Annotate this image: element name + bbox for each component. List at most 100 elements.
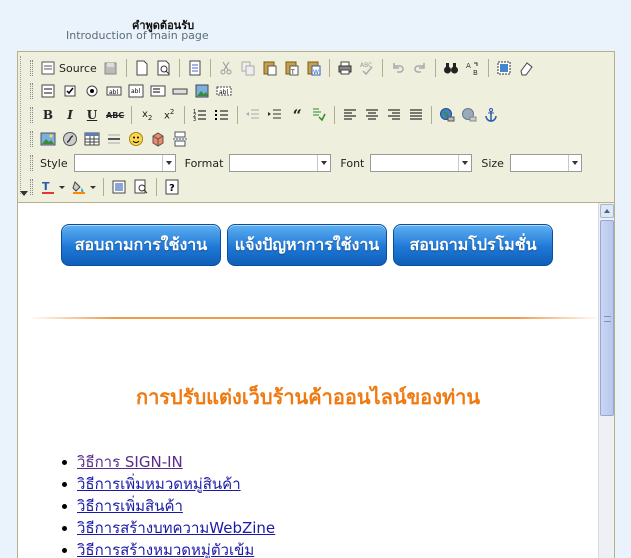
svg-text:T: T [42,180,50,193]
find-button[interactable] [441,58,461,78]
remove-format-button[interactable] [516,58,536,78]
table-button[interactable] [82,129,102,149]
chevron-down-icon[interactable] [317,155,330,171]
style-select[interactable] [73,154,176,172]
checkbox-button[interactable] [60,81,80,101]
smiley-button[interactable] [126,129,146,149]
background-color-button[interactable] [69,177,98,197]
blockquote-button[interactable]: “ [287,105,307,125]
justify-button[interactable] [406,105,426,125]
textfield-button[interactable]: abl [104,81,124,101]
print-button[interactable] [335,58,355,78]
select-all-button[interactable] [494,58,514,78]
horizontal-rule-icon [108,134,120,144]
align-right-button[interactable] [384,105,404,125]
special-char-button[interactable] [148,129,168,149]
toolbar-separator [434,59,436,77]
flash-icon [63,132,77,146]
form-button[interactable] [38,81,58,101]
save-icon [104,62,117,75]
radio-button[interactable] [82,81,102,101]
chevron-down-icon[interactable] [458,155,471,171]
redo-button[interactable] [410,58,430,78]
toolbar-row-3: B I U ABC x2 x2 123 “ [30,104,501,126]
spellcheck-button[interactable]: ABC [357,58,377,78]
bulleted-list-icon [215,110,229,120]
strikethrough-icon: ABC [106,110,125,120]
blockquote-icon: “ [292,105,302,125]
chevron-down-icon[interactable] [161,155,175,171]
paste-word-button[interactable]: W [304,58,324,78]
bullet-icon [62,459,67,465]
toolbar-separator [184,106,186,124]
superscript-button[interactable]: x2 [159,105,179,125]
align-center-button[interactable] [362,105,382,125]
chevron-down-icon[interactable] [567,155,581,171]
textarea-button[interactable]: abl [126,81,146,101]
size-select[interactable] [509,154,582,172]
toolbar-collapse-handle[interactable] [20,56,25,194]
image-button[interactable] [38,129,58,149]
creatediv-button[interactable] [309,105,329,125]
strikethrough-button[interactable]: ABC [104,105,126,125]
flash-button[interactable] [60,129,80,149]
source-button[interactable]: Source [38,58,99,78]
vertical-scrollbar[interactable] [598,203,614,558]
undo-button[interactable] [388,58,408,78]
create-bold-category-howto-link[interactable]: วิธีการสร้างหมวดหมู่ตัวเข้ม [77,538,254,558]
templates-button[interactable] [185,58,205,78]
format-select[interactable] [229,154,332,172]
text-color-icon: T [42,180,54,194]
italic-button[interactable]: I [60,105,80,125]
page-break-button[interactable] [170,129,190,149]
cut-button[interactable] [216,58,236,78]
scrollbar-thumb[interactable] [600,220,614,416]
numbered-list-button[interactable]: 123 [190,105,210,125]
unlink-button[interactable] [459,105,479,125]
form-button-icon [172,88,188,95]
toolbar-grip [30,155,33,171]
svg-text:3: 3 [193,117,196,123]
show-blocks-button[interactable] [131,177,151,197]
subscript-button[interactable]: x2 [137,105,157,125]
toolbar-grip [30,107,33,123]
add-product-howto-link[interactable]: วิธีการเพิ่มสินค้า [77,494,183,518]
text-color-button[interactable]: T [38,177,67,197]
copy-button[interactable] [238,58,258,78]
replace-button[interactable]: AB [463,58,483,78]
about-button[interactable]: ? [162,177,182,197]
signin-howto-link[interactable]: วิธีการ SIGN-IN [77,450,183,474]
select-field-button[interactable] [148,81,168,101]
align-left-button[interactable] [340,105,360,125]
preview-button[interactable] [154,58,174,78]
toolbar-separator [131,106,133,124]
create-webzine-howto-link[interactable]: วิธีการสร้างบทความWebZine [77,516,275,540]
paste-text-button[interactable]: T [282,58,302,78]
hidden-field-button[interactable]: abl [214,81,234,101]
ask-usage-button[interactable]: สอบถามการใช้งาน [61,224,221,266]
add-category-howto-link[interactable]: วิธีการเพิ่มหมวดหมู่สินค้า [77,472,241,496]
ask-promotion-button[interactable]: สอบถามโปรโมชั่น [393,224,553,266]
image-button-button[interactable] [192,81,212,101]
scroll-up-arrow-icon[interactable] [600,204,614,218]
hidden-field-icon: abl [216,86,232,96]
new-page-button[interactable] [132,58,152,78]
form-button-button[interactable] [170,81,190,101]
horizontal-rule-button[interactable] [104,129,124,149]
bulleted-list-button[interactable] [212,105,232,125]
indent-button[interactable] [265,105,285,125]
underline-button[interactable]: U [82,105,102,125]
bullet-icon [62,481,67,487]
font-select[interactable] [370,154,473,172]
link-button[interactable] [437,105,457,125]
bold-button[interactable]: B [38,105,58,125]
toolbar-collapse-arrow-icon[interactable] [20,191,28,196]
anchor-button[interactable] [481,105,501,125]
toolbar-separator [103,178,104,196]
save-button[interactable] [101,58,121,78]
paste-button[interactable] [260,58,280,78]
maximize-button[interactable] [109,177,129,197]
outdent-button[interactable] [243,105,263,125]
editor-content-area[interactable]: สอบถามการใช้งาน แจ้งปัญหาการใช้งาน สอบถา… [18,202,614,558]
report-problem-button[interactable]: แจ้งปัญหาการใช้งาน [227,224,387,266]
